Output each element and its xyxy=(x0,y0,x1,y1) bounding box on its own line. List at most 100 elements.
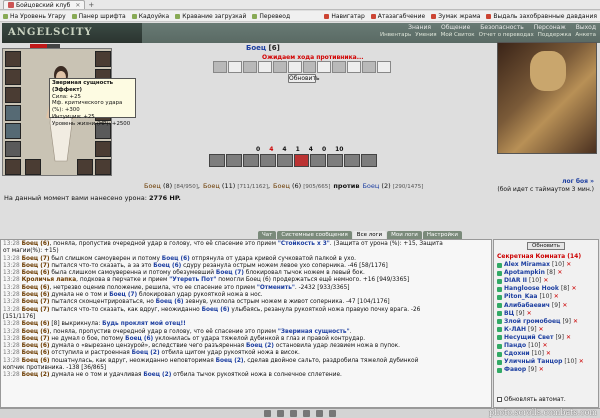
spell-slot[interactable] xyxy=(361,154,378,167)
filter-icon[interactable] xyxy=(303,410,310,417)
menu-item-knowledge[interactable]: Знания xyxy=(408,24,431,31)
action-slot[interactable] xyxy=(377,61,392,73)
bookmark-item[interactable]: Навигатар xyxy=(321,13,367,20)
menu-item-chat[interactable]: Общение xyxy=(441,24,470,31)
chat-target: Будь проклят мой отец!! xyxy=(102,321,186,328)
send-icon[interactable] xyxy=(277,410,284,417)
earring-slot[interactable] xyxy=(95,51,111,67)
tab-settings[interactable]: Настройки xyxy=(422,231,462,239)
spell-slot[interactable] xyxy=(344,154,361,167)
new-tab-button[interactable]: + xyxy=(88,1,98,9)
member-level: [9] xyxy=(562,317,571,325)
ring-slot[interactable] xyxy=(25,159,41,175)
bookmark-item[interactable]: Зумак жрама xyxy=(428,13,483,20)
action-slot[interactable] xyxy=(362,61,377,73)
action-slot[interactable] xyxy=(302,61,317,73)
action-slot[interactable] xyxy=(242,61,257,73)
auto-update-checkbox[interactable] xyxy=(497,397,502,403)
submenu-scroll[interactable]: Мой Свиток xyxy=(441,32,475,38)
action-slot[interactable] xyxy=(317,61,332,73)
clear-icon[interactable] xyxy=(290,410,297,417)
roster-member[interactable]: Фавор [9] ✕ xyxy=(497,366,595,374)
roster-member[interactable]: Сдохни [10] ✕ xyxy=(497,350,595,358)
roster-member[interactable]: Пандо [10] ✕ xyxy=(497,342,595,350)
submenu-transfers[interactable]: Отчет о переводах xyxy=(479,32,534,38)
team-member[interactable]: Боец (2) [290/1475] xyxy=(362,182,423,190)
belt-slot[interactable] xyxy=(5,123,21,139)
menu-item-exit[interactable]: Выход xyxy=(576,24,596,31)
action-slot[interactable] xyxy=(347,61,362,73)
action-slot[interactable] xyxy=(257,61,272,73)
auto-update[interactable]: Обновлять автомат. xyxy=(497,396,566,404)
bookmark-item[interactable]: Кравание загрузкай xyxy=(172,13,249,20)
ring3-slot[interactable] xyxy=(95,141,111,157)
bookmark-item[interactable]: Панер шрифта xyxy=(69,13,129,20)
submenu-support[interactable]: Поддержка xyxy=(538,32,572,38)
bookmark-item[interactable]: Выдаль захобравнные давдания xyxy=(483,13,600,20)
info-icon: ✕ xyxy=(565,333,571,341)
refresh-button[interactable]: Обновить xyxy=(288,74,319,83)
spell-slot[interactable] xyxy=(293,154,310,167)
roster-member[interactable]: Piton_Kaa [10] ✕ xyxy=(497,293,595,301)
bookmark-item[interactable]: Перевеод xyxy=(249,13,293,20)
opponent-title[interactable]: Боец [6] xyxy=(246,44,280,52)
roster-refresh-button[interactable]: Обновить xyxy=(527,242,565,250)
menu-item-character[interactable]: Персонаж xyxy=(534,24,566,31)
action-slot[interactable] xyxy=(272,61,287,73)
translit-icon[interactable] xyxy=(316,410,323,417)
bookmark-item[interactable]: Кадоуйка xyxy=(129,13,173,20)
action-slot[interactable] xyxy=(287,61,302,73)
gloves-slot[interactable] xyxy=(5,141,21,157)
team-member[interactable]: Боец (11) [711/1162], xyxy=(203,182,270,190)
roster-member[interactable]: ВЦ [9] ✕ xyxy=(497,310,595,318)
roster-member[interactable]: Алибабаевич [9] ✕ xyxy=(497,302,595,310)
roster-member[interactable]: Apotampkin [8] ✕ xyxy=(497,269,595,277)
info-icon: ✕ xyxy=(526,309,532,317)
chat-actor: Боец (6) xyxy=(21,241,50,247)
roster-member[interactable]: Уличный Танцор [10] ✕ xyxy=(497,358,595,366)
tooltip-line: Интуиция: +25 xyxy=(52,113,95,120)
amulet-slot[interactable] xyxy=(5,69,21,85)
scroll2-slot[interactable] xyxy=(95,159,111,175)
team-member[interactable]: Боец (8) [84/950], xyxy=(144,182,200,190)
roster-member[interactable]: Злой громобоец [9] ✕ xyxy=(497,318,595,326)
submenu-profile[interactable]: Анкета xyxy=(575,32,596,38)
roster-member[interactable]: К-ЛАН [9] ✕ xyxy=(497,326,595,334)
team-member[interactable]: Боец (6) [905/665] xyxy=(273,182,330,190)
bookmark-item[interactable]: На Уровень Угару xyxy=(0,13,69,20)
spell-slot[interactable] xyxy=(242,154,259,167)
action-slot[interactable] xyxy=(213,61,227,73)
close-tab-icon[interactable]: ✕ xyxy=(75,2,80,9)
tab-system[interactable]: Системные сообщения xyxy=(277,231,352,239)
roster-member[interactable]: DIAR II [10] ✕ xyxy=(497,277,595,285)
roster-member[interactable]: Несущий Свет [9] ✕ xyxy=(497,334,595,342)
browser-tab[interactable]: Бойцовский клуб ✕ xyxy=(3,0,86,9)
action-slot[interactable] xyxy=(227,61,242,73)
tab-all-logs[interactable]: Все логи xyxy=(352,231,387,239)
roster-member[interactable]: Alex Miramax [10] ✕ xyxy=(497,261,595,269)
tab-my-logs[interactable]: Мои логи xyxy=(387,231,422,239)
log-link[interactable]: лог боя » xyxy=(497,178,594,186)
settings-icon[interactable] xyxy=(329,410,336,417)
chat-text: пошатнулась, как вдруг, неожиданно непов… xyxy=(49,357,216,364)
menu-item-security[interactable]: Безопасность xyxy=(480,24,524,31)
helmet-slot[interactable] xyxy=(5,51,21,67)
bookmark-item[interactable]: Атазагабчение xyxy=(368,13,428,20)
boots-slot[interactable] xyxy=(5,159,21,175)
site-logo[interactable]: ANGELSCITY xyxy=(2,23,142,43)
tab-chat[interactable]: Чат xyxy=(258,231,277,239)
spell-slot[interactable] xyxy=(276,154,293,167)
submenu-inventory[interactable]: Инвентарь xyxy=(380,32,411,38)
roster-member[interactable]: Hangloose Hook [8] ✕ xyxy=(497,285,595,293)
chat-log[interactable]: 13:28 Боец (6), поняла, пропустив очеред… xyxy=(0,239,492,408)
spell-slot[interactable] xyxy=(225,154,242,167)
armor-slot[interactable] xyxy=(5,105,21,121)
spell-slot[interactable] xyxy=(259,154,276,167)
submenu-skills[interactable]: Умения xyxy=(415,32,436,38)
weapon-slot[interactable] xyxy=(5,87,21,103)
spell-slot[interactable] xyxy=(327,154,344,167)
smile-icon[interactable] xyxy=(264,410,271,417)
action-slot[interactable] xyxy=(332,61,347,73)
spell-slot[interactable] xyxy=(310,154,327,167)
spell-slot[interactable] xyxy=(209,154,225,167)
